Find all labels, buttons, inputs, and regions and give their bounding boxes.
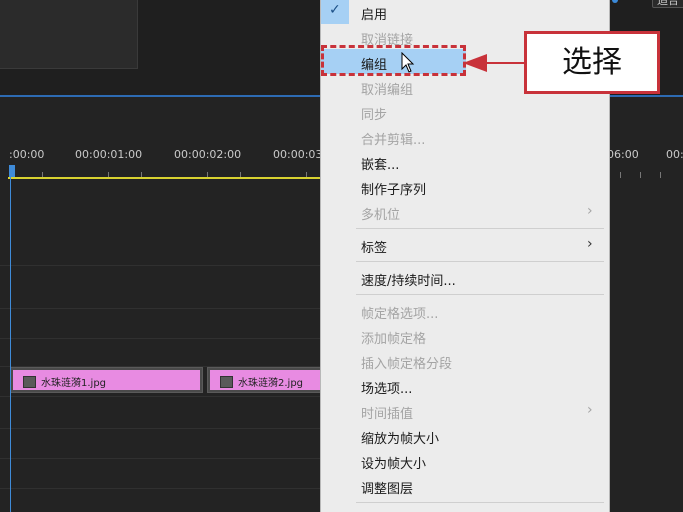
work-area-bar[interactable] [8, 177, 328, 179]
menu-item-multicam: 多机位 [361, 208, 401, 223]
annotation-arrow-icon [463, 54, 487, 72]
submenu-arrow-icon: › [587, 203, 593, 219]
zoom-fit-dropdown[interactable]: 适合 [652, 0, 683, 8]
menu-item-adjustment-layer[interactable]: 调整图层 [361, 478, 413, 497]
submenu-arrow-icon: › [587, 402, 593, 418]
submenu-arrow-icon: › [587, 236, 593, 252]
track-divider [0, 428, 330, 429]
clip-label: 水珠涟漪1.jpg [41, 378, 107, 389]
menu-item-speed-duration[interactable]: 速度/持续时间... [361, 270, 456, 289]
clip-body: 水珠涟漪1.jpg [13, 373, 200, 390]
menu-item-merge-clips: 合并剪辑... [361, 133, 426, 148]
image-icon [23, 376, 36, 388]
menu-item-ungroup: 取消编组 [361, 83, 414, 98]
callout-text: 选择 [562, 45, 622, 80]
ruler-label: 00:00:03 [273, 148, 323, 161]
playhead-line [10, 177, 11, 512]
track-divider [0, 265, 330, 266]
menu-separator [356, 228, 604, 229]
track-divider [0, 338, 330, 339]
ruler-tick [660, 172, 661, 178]
annotation-callout: 选择 [524, 31, 660, 94]
playhead-handle[interactable] [9, 165, 15, 177]
annotation-arrow-line [486, 62, 526, 64]
track-divider [0, 396, 330, 397]
menu-item-field-options[interactable]: 场选项... [361, 378, 412, 397]
clip-label: 水珠涟漪2.jpg [238, 378, 304, 389]
track-divider [0, 488, 330, 489]
menu-item-frame-hold-options: 帧定格选项... [361, 307, 439, 322]
image-icon [220, 376, 233, 388]
track-divider [0, 458, 330, 459]
menu-item-nest[interactable]: 嵌套... [361, 154, 399, 173]
menu-separator [356, 502, 604, 503]
ruler-label: :00:00 [9, 148, 45, 161]
clip-body: 水珠涟漪2.jpg [210, 373, 320, 390]
menu-item-add-frame-hold: 添加帧定格 [361, 332, 427, 347]
annotation-dashed-box [321, 45, 466, 76]
menu-separator [356, 261, 604, 262]
source-preview-area [0, 0, 138, 69]
checkmark-icon: ✓ [329, 2, 341, 18]
video-clip[interactable]: 水珠涟漪1.jpg [10, 367, 203, 393]
video-clip[interactable]: 水珠涟漪2.jpg [207, 367, 323, 393]
menu-item-enable[interactable]: 启用 [361, 4, 387, 23]
track-divider [0, 308, 330, 309]
menu-item-set-to-frame-size[interactable]: 设为帧大小 [361, 453, 426, 472]
ruler-label: 00:00:01:00 [75, 148, 143, 161]
ruler-tick [620, 172, 621, 178]
ruler-label: 06:00 [607, 148, 639, 161]
mouse-cursor-icon [401, 52, 415, 73]
menu-separator [356, 294, 604, 295]
menu-item-scale-to-frame-size[interactable]: 缩放为帧大小 [361, 428, 439, 447]
ruler-label: 00: [666, 148, 683, 161]
menu-item-label[interactable]: 标签 [361, 237, 387, 256]
ruler-label: 00:00:02:00 [174, 148, 242, 161]
menu-item-make-subsequence[interactable]: 制作子序列 [361, 179, 426, 198]
ruler-tick [640, 172, 641, 178]
menu-item-insert-frame-hold-segment: 插入帧定格分段 [361, 357, 453, 372]
menu-item-synchronize: 同步 [361, 108, 388, 123]
menu-item-time-interpolation: 时间插值 [361, 407, 414, 422]
